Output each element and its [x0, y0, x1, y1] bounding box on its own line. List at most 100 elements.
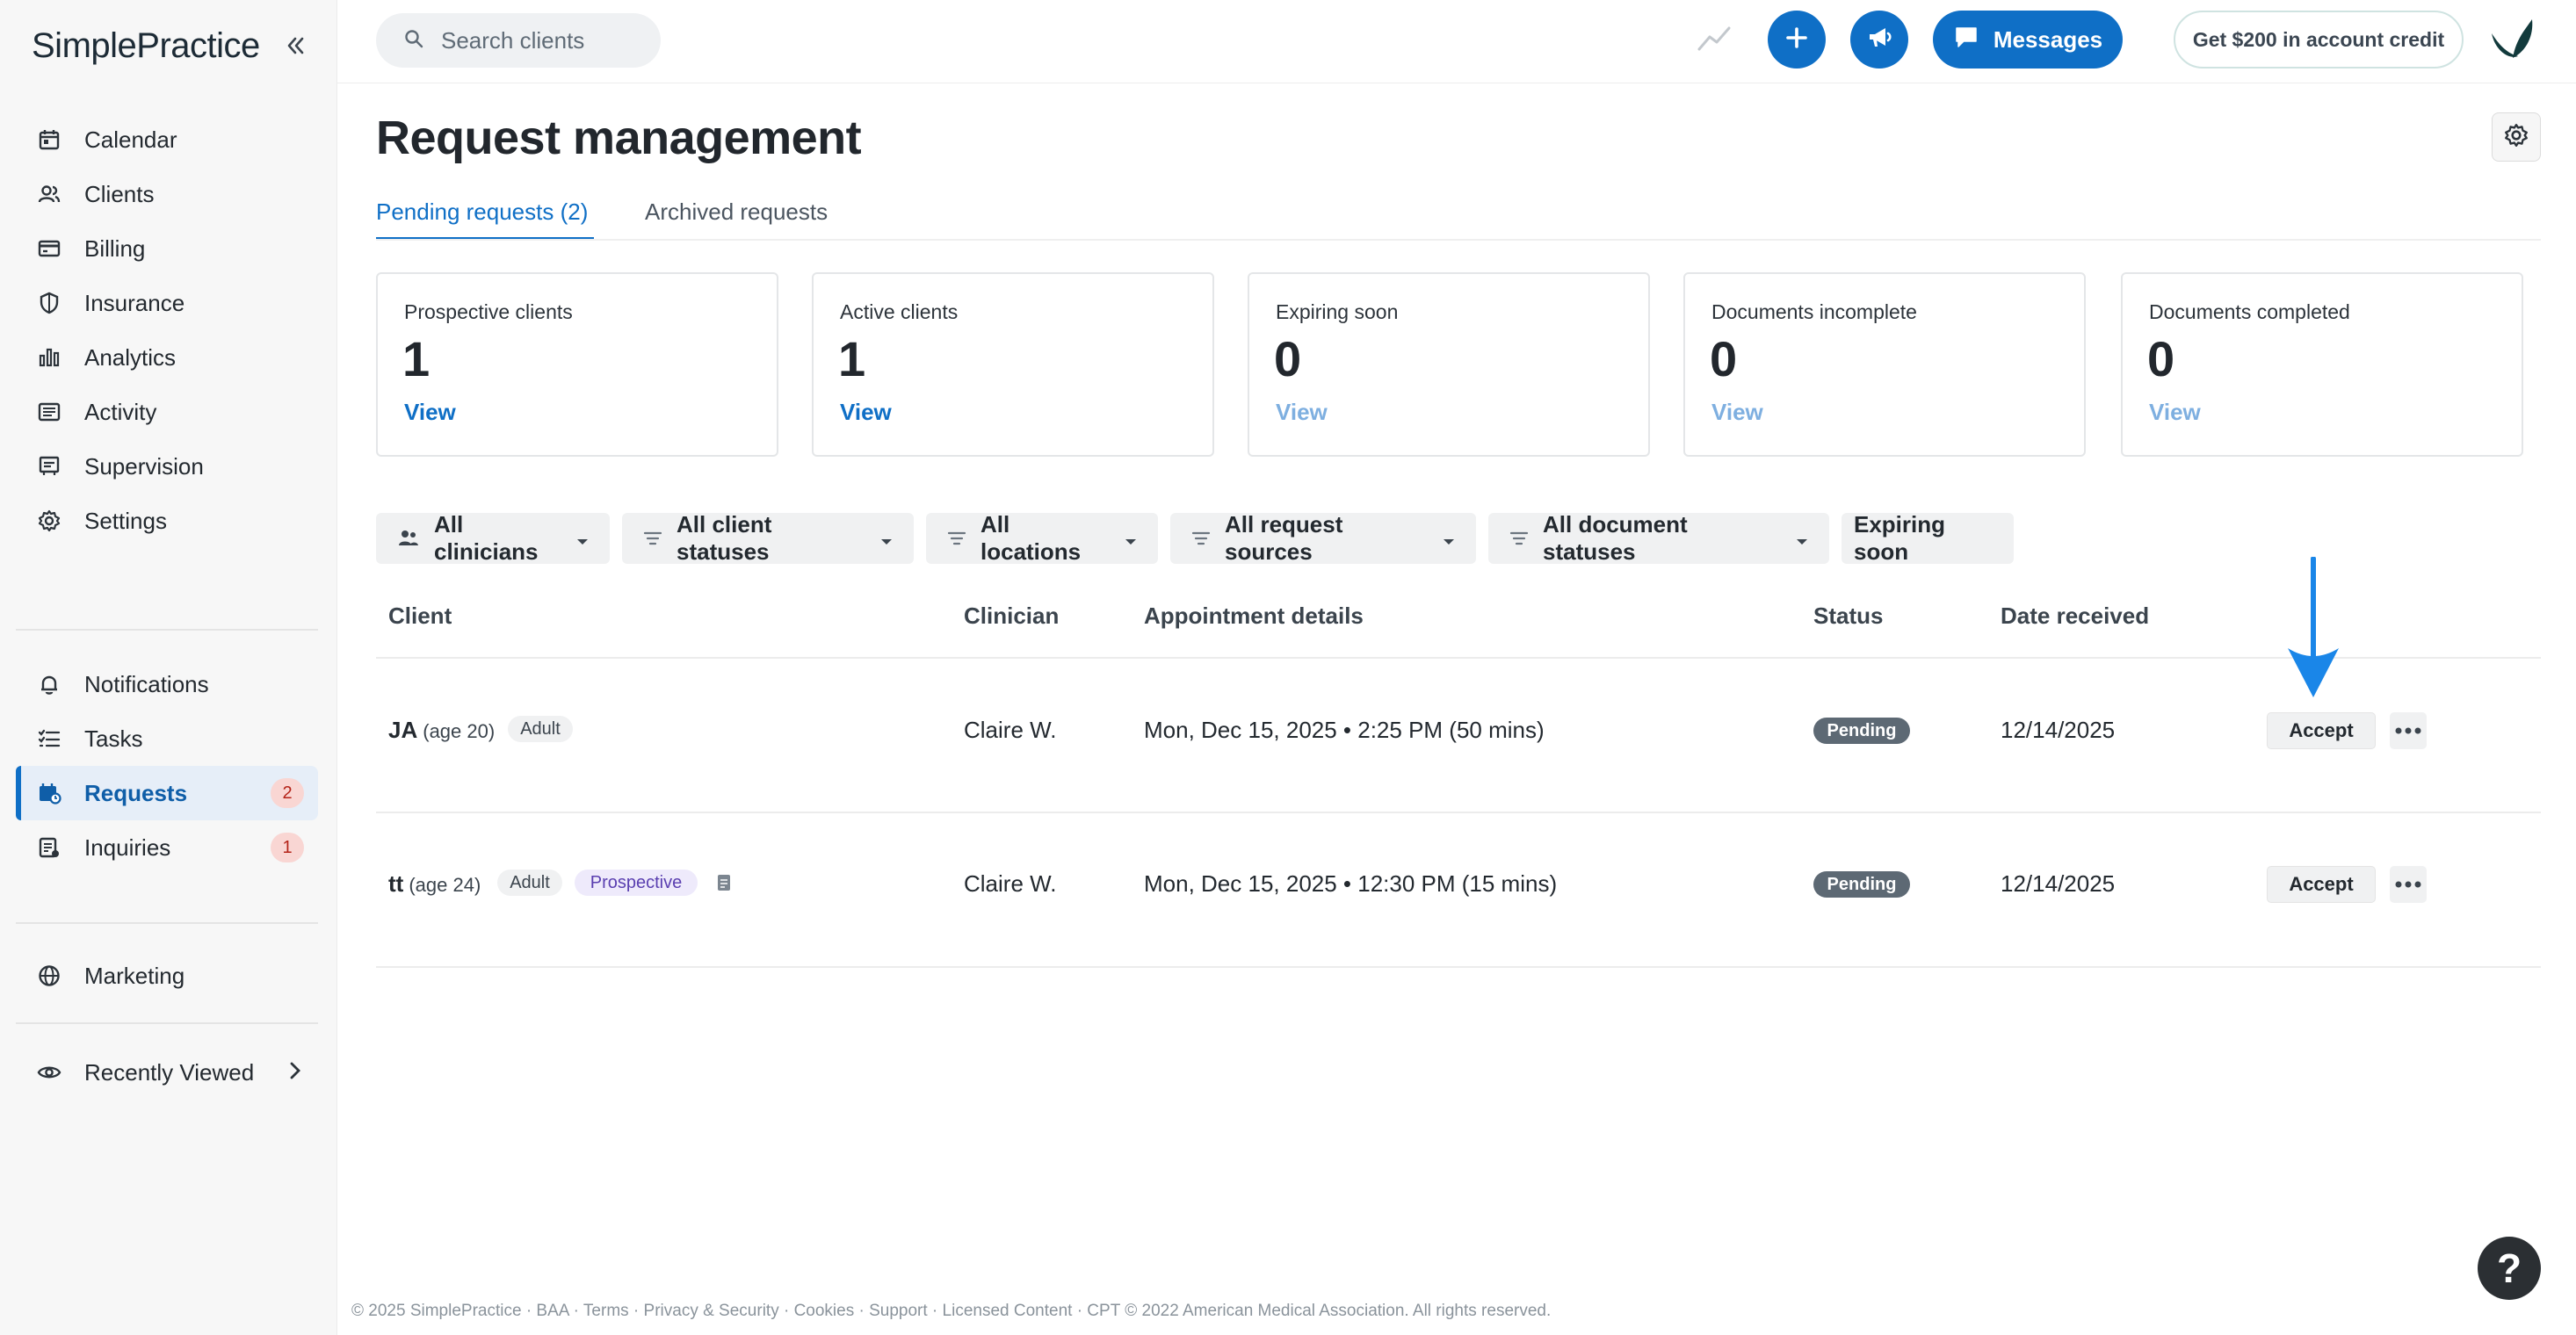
sidebar-item-notifications[interactable]: Notifications [16, 657, 318, 711]
accept-button[interactable]: Accept [2267, 866, 2376, 903]
accept-button[interactable]: Accept [2267, 712, 2376, 749]
card-value: 0 [2147, 331, 2175, 386]
filter-label: All document statuses [1543, 511, 1688, 565]
globe-icon [35, 962, 63, 990]
client-cell[interactable]: JA (age 20) [388, 717, 495, 744]
sidebar-nav-primary: Calendar Clients Billing Insurance Analy… [16, 112, 318, 548]
clinician-icon [397, 527, 420, 550]
chevron-right-icon [286, 1060, 304, 1086]
add-new-button[interactable] [1768, 11, 1826, 69]
trend-icon[interactable] [1696, 23, 1733, 59]
search-input[interactable]: Search clients [376, 13, 661, 68]
more-options-button[interactable] [2390, 712, 2427, 749]
column-header-appointment-details[interactable]: Appointment details [1144, 603, 1364, 630]
sidebar-item-label: Settings [84, 507, 167, 534]
sidebar-divider [16, 922, 318, 924]
document-icon[interactable] [715, 873, 733, 897]
filter-clinicians[interactable]: All clinicians [376, 511, 610, 565]
chat-bubble-icon [1953, 24, 1979, 56]
brand-logo[interactable]: SimplePractice [32, 26, 260, 66]
card-view-link[interactable]: View [1276, 399, 1328, 426]
card-view-link[interactable]: View [404, 399, 456, 426]
search-icon [404, 29, 423, 53]
status-badge: Pending [1813, 871, 1910, 898]
sidebar-nav-recent: Recently Viewed [16, 1045, 318, 1100]
card-view-link[interactable]: View [2149, 399, 2201, 426]
sidebar-item-clients[interactable]: Clients [16, 167, 318, 221]
card-view-link[interactable]: View [840, 399, 892, 426]
sidebar-item-supervision[interactable]: Supervision [16, 439, 318, 494]
filter-icon [1509, 530, 1529, 546]
summary-card-active-clients: Active clients 1 View [812, 272, 1214, 457]
sidebar-item-recently-viewed[interactable]: Recently Viewed [16, 1045, 318, 1100]
filter-request-sources[interactable]: All request sources [1170, 511, 1476, 565]
page-title: Request management [376, 112, 862, 164]
announcements-button[interactable] [1850, 11, 1908, 69]
filter-locations[interactable]: All locations [926, 511, 1158, 565]
tab-pending-requests[interactable]: Pending requests (2) [376, 198, 588, 226]
card-label: Expiring soon [1276, 300, 1399, 323]
filter-document-statuses[interactable]: All document statuses [1488, 511, 1829, 565]
filter-label: Expiring soon [1854, 511, 1946, 565]
sidebar-item-billing[interactable]: Billing [16, 221, 318, 276]
filter-client-statuses[interactable]: All client statuses [622, 511, 914, 565]
client-name: tt [388, 870, 404, 897]
table-header-divider [376, 657, 2541, 659]
card-view-link[interactable]: View [1711, 399, 1763, 426]
user-avatar-icon[interactable] [2486, 12, 2539, 69]
messages-label: Messages [1993, 25, 2103, 53]
arrow-down-icon [2283, 556, 2344, 704]
calendar-icon [35, 126, 63, 154]
tab-archived-requests[interactable]: Archived requests [645, 198, 828, 226]
app-window: SimplePractice Calendar Clients Billing … [0, 0, 2576, 1335]
sidebar-item-calendar[interactable]: Calendar [16, 112, 318, 167]
sidebar-item-label: Requests [84, 779, 188, 806]
sidebar-item-inquiries[interactable]: Inquiries 1 [16, 820, 318, 875]
client-age: (age 24) [409, 874, 481, 896]
filter-expiring-soon[interactable]: Expiring soon [1842, 511, 2014, 565]
sidebar-item-tasks[interactable]: Tasks [16, 711, 318, 766]
help-button[interactable]: ? [2478, 1237, 2541, 1300]
column-header-client[interactable]: Client [388, 603, 452, 630]
client-cell[interactable]: tt (age 24) [388, 870, 481, 898]
account-credit-button[interactable]: Get $200 in account credit [2174, 11, 2464, 69]
eye-icon [35, 1058, 63, 1086]
client-tag-adult: Adult [508, 716, 573, 742]
sidebar: SimplePractice Calendar Clients Billing … [0, 0, 337, 1335]
sidebar-item-label: Calendar [84, 126, 177, 153]
sidebar-item-label: Recently Viewed [84, 1058, 255, 1086]
card-label: Documents incomplete [1711, 300, 1917, 323]
summary-card-documents-incomplete: Documents incomplete 0 View [1683, 272, 2086, 457]
card-value: 0 [1274, 331, 1302, 386]
status-badge: Pending [1813, 718, 1910, 744]
plus-icon [1784, 25, 1810, 55]
caret-down-icon [880, 525, 893, 552]
sidebar-item-analytics[interactable]: Analytics [16, 330, 318, 385]
sidebar-item-label: Activity [84, 398, 157, 425]
column-header-status[interactable]: Status [1813, 603, 1883, 630]
column-header-clinician[interactable]: Clinician [964, 603, 1059, 630]
collapse-sidebar-icon[interactable] [279, 30, 311, 61]
more-dots-icon [2395, 723, 2421, 739]
shield-icon [35, 289, 63, 317]
supervision-icon [35, 452, 63, 480]
sidebar-item-settings[interactable]: Settings [16, 494, 318, 548]
caret-down-icon [1125, 525, 1137, 552]
client-tag-adult: Adult [497, 870, 562, 896]
messages-button[interactable]: Messages [1933, 11, 2123, 69]
megaphone-icon [1864, 23, 1894, 57]
filter-icon [947, 530, 966, 546]
filter-icon [643, 530, 662, 546]
sidebar-item-activity[interactable]: Activity [16, 385, 318, 439]
card-label: Prospective clients [404, 300, 573, 323]
filter-label: All clinicians [434, 511, 539, 565]
sidebar-item-marketing[interactable]: Marketing [16, 949, 318, 1003]
more-options-button[interactable] [2390, 866, 2427, 903]
footer-text: © 2025 SimplePractice · BAA · Terms · Pr… [351, 1302, 1552, 1320]
sidebar-item-requests[interactable]: Requests 2 [16, 766, 318, 820]
sidebar-item-insurance[interactable]: Insurance [16, 276, 318, 330]
page-settings-button[interactable] [2492, 112, 2541, 162]
appointment-cell: Mon, Dec 15, 2025 • 12:30 PM (15 mins) [1144, 870, 1558, 897]
column-header-date-received[interactable]: Date received [2001, 603, 2149, 630]
summary-card-documents-completed: Documents completed 0 View [2121, 272, 2523, 457]
